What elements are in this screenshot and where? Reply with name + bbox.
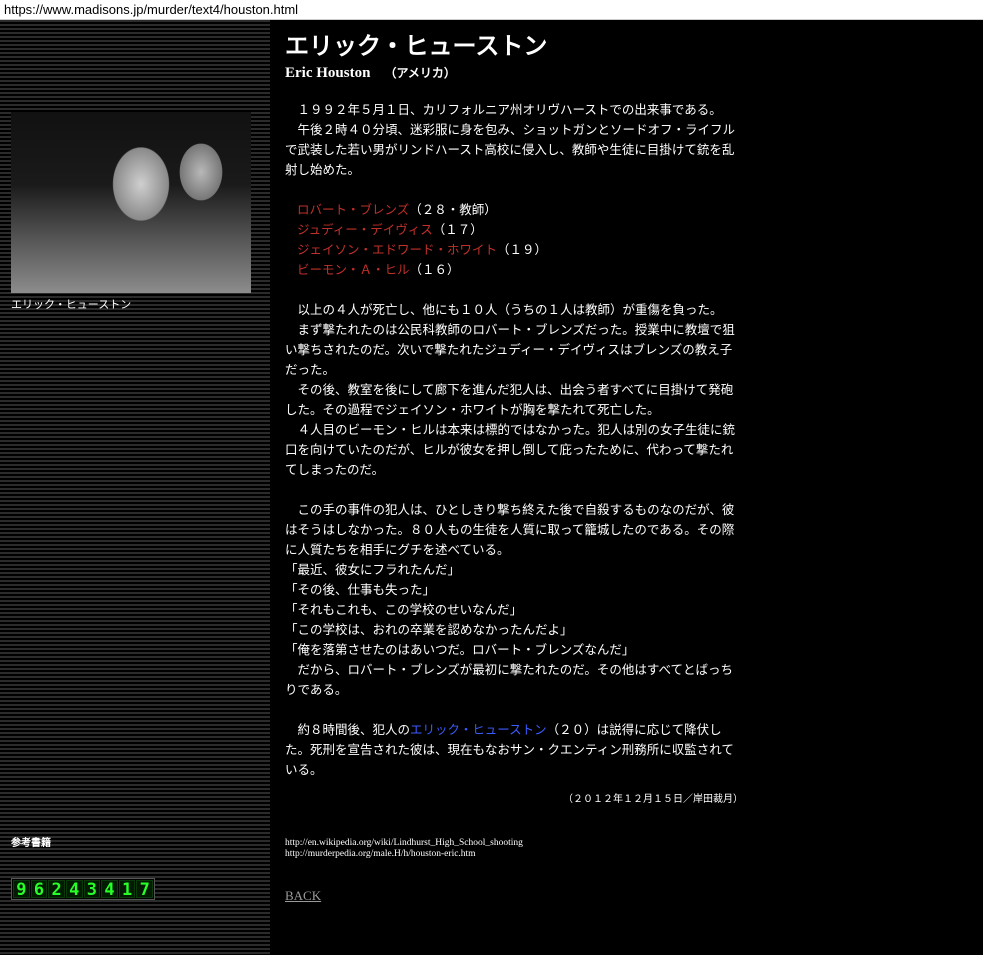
source-link[interactable]: http://en.wikipedia.org/wiki/Lindhurst_H… — [285, 838, 743, 849]
paragraph: 午後２時４０分頃、迷彩服に身を包み、ショットガンとソードオフ・ライフルで武装した… — [285, 122, 736, 177]
back-link[interactable]: BACK — [285, 888, 743, 904]
counter-digit: 3 — [83, 880, 101, 899]
counter-digit: 6 — [30, 880, 48, 899]
visitor-counter: 9 6 2 4 3 4 1 7 — [11, 878, 155, 900]
victim-name: ジェイソン・エドワード・ホワイト — [297, 242, 498, 257]
victim-detail: （１７） — [432, 222, 483, 237]
victim-item: ジェイソン・エドワード・ホワイト（１９） — [297, 240, 743, 260]
sidebar: エリック・ヒューストン 参考書籍 9 6 2 4 3 4 1 7 — [0, 20, 270, 955]
photo-caption: エリック・ヒューストン — [11, 298, 132, 311]
paragraph: 以上の４人が死亡し、他にも１０人（うちの１人は教師）が重傷を負った。 — [285, 302, 723, 317]
article-body: １９９２年５月１日、カリフォルニア州オリヴハーストでの出来事である。 午後２時４… — [285, 100, 743, 810]
perpetrator-name: エリック・ヒューストン — [410, 722, 547, 737]
references-label: 参考書籍 — [11, 838, 51, 849]
source-link[interactable]: http://murderpedia.org/male.H/h/houston-… — [285, 849, 743, 860]
paragraph: だから、ロバート・ブレンズが最初に撃たれたのだ。その他はすべてとばっちりである。 — [285, 662, 734, 697]
paragraph: １９９２年５月１日、カリフォルニア州オリヴハーストでの出来事である。 — [285, 102, 722, 117]
paragraph: ４人目のビーモン・ヒルは本来は標的ではなかった。犯人は別の女子生徒に銃口を向けて… — [285, 422, 736, 477]
subtitle-name: Eric Houston — [285, 65, 371, 81]
quote: 「俺を落第させたのはあいつだ。ロバート・ブレンズなんだ」 — [285, 642, 635, 657]
counter-digit: 4 — [101, 880, 118, 899]
counter-digit: 1 — [118, 880, 136, 899]
paragraph: その後、教室を後にして廊下を進んだ犯人は、出会う者すべてに目掛けて発砲した。その… — [285, 382, 734, 417]
victim-name: ビーモン・Ａ・ヒル — [297, 262, 410, 277]
quote: 「それもこれも、この学校のせいなんだ」 — [285, 602, 523, 617]
page-subtitle: Eric Houston （アメリカ） — [285, 64, 743, 82]
quote: 「その後、仕事も失った」 — [285, 582, 436, 597]
counter-digit: 7 — [136, 880, 153, 899]
paragraph: この手の事件の犯人は、ひとしきり撃ち終えた後で自殺するものなのだが、彼はそうはし… — [285, 502, 735, 557]
victim-name: ロバート・ブレンズ — [297, 202, 410, 217]
page-title: エリック・ヒューストン — [285, 32, 548, 60]
counter-digit: 4 — [65, 880, 83, 899]
counter-digit: 2 — [48, 880, 65, 899]
article-date: （２０１２年１２月１５日／岸田裁月） — [563, 794, 743, 805]
victim-detail: （２８・教師） — [409, 202, 497, 217]
victim-list: ロバート・ブレンズ（２８・教師） ジュディー・デイヴィス（１７） ジェイソン・エ… — [285, 200, 743, 280]
victim-detail: （１９） — [497, 242, 548, 257]
subtitle-country: （アメリカ） — [384, 66, 456, 80]
address-bar[interactable]: https://www.madisons.jp/murder/text4/hou… — [0, 0, 983, 20]
quote: 「最近、彼女にフラれたんだ」 — [285, 562, 461, 577]
quote: 「この学校は、おれの卒業を認めなかったんだよ」 — [285, 622, 573, 637]
text: 約８時間後、犯人の — [285, 722, 411, 737]
article: エリック・ヒューストン Eric Houston （アメリカ） １９９２年５月１日… — [285, 20, 743, 904]
paragraph: 約８時間後、犯人のエリック・ヒューストン（２０）は説得に応じて降伏した。死刑を宣… — [285, 720, 743, 780]
source-links: http://en.wikipedia.org/wiki/Lindhurst_H… — [285, 838, 743, 860]
victim-item: ロバート・ブレンズ（２８・教師） — [297, 200, 743, 220]
counter-digit: 9 — [13, 880, 30, 899]
victim-item: ジュディー・デイヴィス（１７） — [297, 220, 743, 240]
victim-item: ビーモン・Ａ・ヒル（１６） — [297, 260, 743, 280]
eric-houston-photo — [11, 112, 251, 293]
victim-detail: （１６） — [409, 262, 460, 277]
victim-name: ジュディー・デイヴィス — [297, 222, 433, 237]
paragraph: まず撃たれたのは公民科教師のロバート・ブレンズだった。授業中に教壇で狙い撃ちされ… — [285, 322, 735, 377]
